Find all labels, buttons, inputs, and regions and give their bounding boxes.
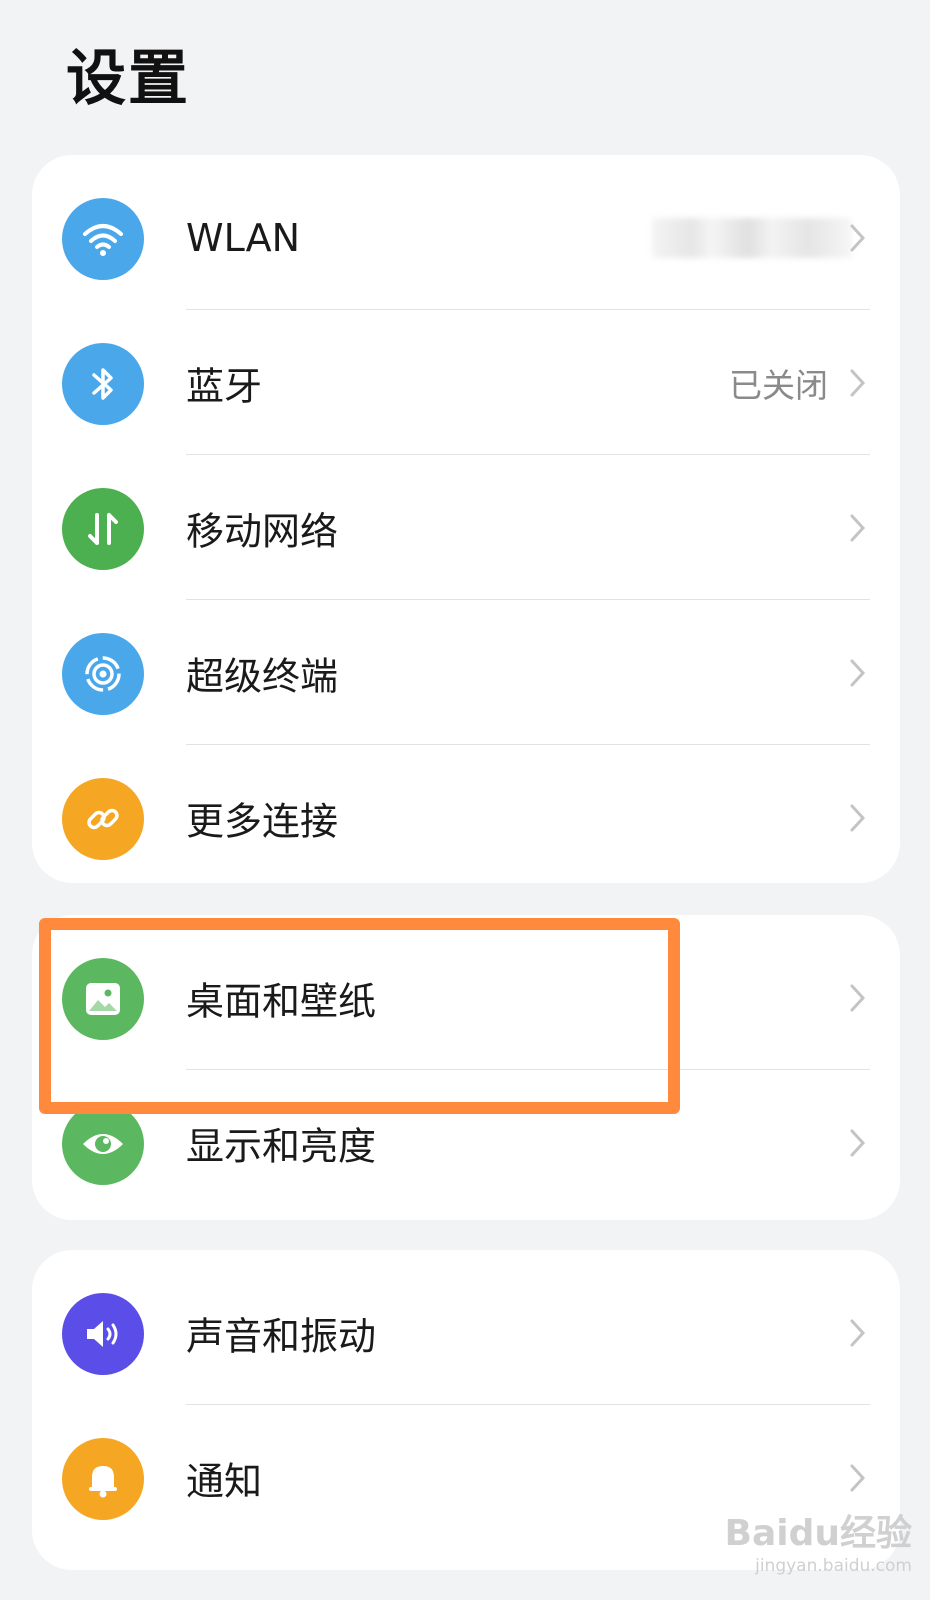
- watermark-brand: Baidu经验: [724, 1513, 912, 1554]
- wlan-network-name-redacted: [652, 217, 852, 258]
- sound-vibration-label: 声音和振动: [186, 1314, 377, 1358]
- chevron-right-icon: [850, 224, 866, 251]
- settings-item-sound-vibration[interactable]: 声音和振动: [32, 1260, 900, 1405]
- super-device-icon: [62, 633, 144, 715]
- chevron-right-icon: [850, 659, 866, 686]
- settings-item-more-connections[interactable]: 更多连接: [32, 745, 900, 890]
- mobile-data-icon: [62, 488, 144, 570]
- wlan-label: WLAN: [186, 215, 301, 260]
- bluetooth-icon: [62, 343, 144, 425]
- settings-item-mobile-network[interactable]: 移动网络: [32, 455, 900, 600]
- eye-icon: [62, 1103, 144, 1185]
- chevron-right-icon: [850, 1319, 866, 1346]
- baidu-watermark: Baidu经验 jingyan.baidu.com: [725, 1504, 912, 1576]
- chevron-right-icon: [850, 369, 866, 396]
- bell-icon: [62, 1438, 144, 1520]
- wifi-icon: [62, 198, 144, 280]
- connectivity-card: WLAN 蓝牙 已关闭 移动网络 超级终端 更多连接: [32, 155, 900, 883]
- chevron-right-icon: [850, 984, 866, 1011]
- chevron-right-icon: [850, 514, 866, 541]
- display-brightness-label: 显示和亮度: [186, 1124, 377, 1168]
- settings-item-super-device[interactable]: 超级终端: [32, 600, 900, 745]
- page-title: 设置: [66, 44, 190, 114]
- notifications-label: 通知: [186, 1459, 263, 1503]
- mobile-network-label: 移动网络: [186, 509, 339, 553]
- settings-item-bluetooth[interactable]: 蓝牙 已关闭: [32, 310, 900, 455]
- watermark-url: jingyan.baidu.com: [755, 1556, 912, 1576]
- highlight-annotation-box: [39, 918, 680, 1114]
- bluetooth-label: 蓝牙: [186, 364, 263, 408]
- bluetooth-status: 已关闭: [729, 365, 828, 405]
- chevron-right-icon: [850, 1464, 866, 1491]
- super-device-label: 超级终端: [186, 654, 339, 698]
- settings-item-wlan[interactable]: WLAN: [32, 165, 900, 310]
- more-connections-label: 更多连接: [186, 799, 339, 843]
- chevron-right-icon: [850, 804, 866, 831]
- chevron-right-icon: [850, 1129, 866, 1156]
- link-icon: [62, 778, 144, 860]
- speaker-icon: [62, 1293, 144, 1375]
